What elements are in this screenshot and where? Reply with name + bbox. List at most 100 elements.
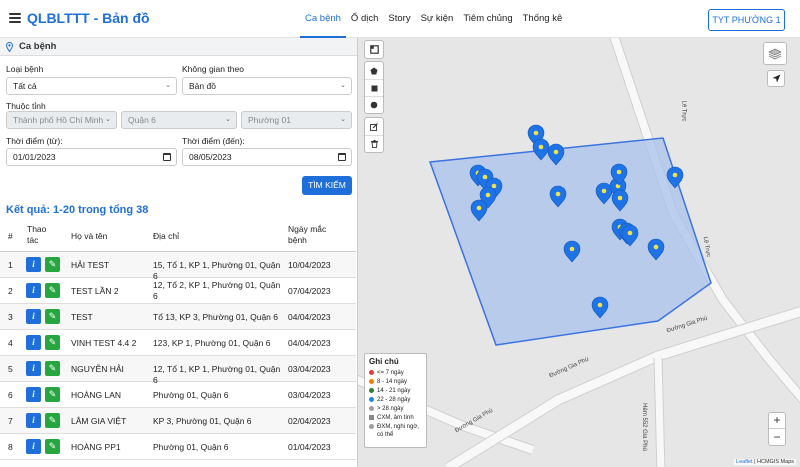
legend-dot — [369, 397, 374, 402]
tab-story[interactable]: Story — [383, 0, 415, 38]
search-button[interactable]: TÌM KIẾM — [302, 176, 352, 195]
header-action-line1: Thao — [27, 224, 47, 234]
khong-gian-value: Bản đồ — [189, 81, 216, 91]
calendar-icon[interactable] — [338, 153, 346, 161]
row-address-line1: Phường 01, Quận 6 — [153, 442, 229, 452]
legend-label: ĐXM, nghi ngờ, có thể — [377, 424, 419, 438]
table-body: 1 i ✎ HẢI TEST 15, Tổ 1, KP 1, Phường 01, Qu… — [0, 252, 356, 460]
row-address: KP 3, Phường 01, Quận 6 — [153, 416, 285, 427]
leaflet-link[interactable]: Leaflet — [736, 459, 753, 465]
info-icon[interactable]: i — [26, 361, 41, 376]
tab-o-dich[interactable]: Ổ dịch — [346, 0, 383, 38]
legend-dot — [369, 424, 374, 429]
header-name: Họ và tên — [71, 231, 108, 241]
quan-select[interactable]: Quận 6 ⌄ — [121, 111, 237, 129]
tab-thong-ke[interactable]: Thống kê — [518, 0, 568, 38]
chevron-down-icon: ⌄ — [340, 82, 346, 89]
khong-gian-select[interactable]: Bản đồ ⌄ — [182, 77, 352, 95]
edit-pencil-icon[interactable]: ✎ — [45, 413, 60, 428]
table-row[interactable]: 5 i ✎ NGUYỄN HẢI 12, Tổ 1, KP 1, Phường 01, … — [0, 356, 356, 385]
tinh-label: Thuộc tỉnh — [6, 101, 46, 111]
header-address: Địa chỉ — [153, 231, 179, 241]
legend-dot — [369, 388, 374, 393]
edit-pencil-icon[interactable]: ✎ — [45, 257, 60, 272]
phuong-select[interactable]: Phường 01 ⌄ — [241, 111, 352, 129]
legend-title: Ghi chú — [369, 357, 399, 366]
legend-label: > 28 ngày — [377, 406, 404, 412]
legend-item: 14 - 21 ngày — [369, 387, 422, 395]
legend-dot — [369, 406, 374, 411]
tu-date-input[interactable]: 01/01/2023 — [6, 148, 177, 166]
edit-pencil-icon[interactable]: ✎ — [45, 361, 60, 376]
info-icon[interactable]: i — [26, 335, 41, 350]
row-address: 12, Tổ 2, KP 1, Phường 01, Quận 6 — [153, 280, 285, 302]
tinh-select[interactable]: Thành phố Hồ Chí Minh ⌄ — [6, 111, 117, 129]
table-row[interactable]: 2 i ✎ TEST LẦN 2 12, Tổ 2, KP 1, Phường 01, … — [0, 278, 356, 304]
layers-button[interactable] — [763, 42, 787, 65]
row-name: NGUYỄN HẢI — [71, 364, 124, 374]
table-row[interactable]: 6 i ✎ HOÀNG LAN Phường 01, Quận 6 03/04/2023 — [0, 382, 356, 408]
map-attribution: Leaflet | HCMGIS Maps — [734, 459, 796, 465]
info-icon[interactable]: i — [26, 387, 41, 402]
street-label-hem: Hẻm 552 Gia Phú — [640, 403, 647, 451]
unit-button[interactable]: TYT PHƯỜNG 1 — [708, 9, 785, 31]
row-date: 04/04/2023 — [288, 312, 331, 322]
row-num: 3 — [8, 312, 13, 322]
loai-benh-select[interactable]: Tất cả ⌄ — [6, 77, 177, 95]
location-pin-icon — [6, 41, 13, 52]
edit-pencil-icon[interactable]: ✎ — [45, 335, 60, 350]
result-summary: Kết quả: 1-20 trong tổng 38 — [6, 204, 149, 216]
zoom-in-button[interactable]: + — [769, 412, 785, 429]
calendar-icon[interactable] — [163, 153, 171, 161]
row-name: VINH TEST 4.4 2 — [71, 338, 137, 348]
row-name: TEST LẦN 2 — [71, 286, 119, 296]
row-address-line1: KP 3, Phường 01, Quận 6 — [153, 416, 252, 426]
header-date: Ngày mắc bệnh — [288, 224, 326, 246]
header-action-line2: tác — [27, 235, 39, 245]
tab-su-kien[interactable]: Sự kiện — [416, 0, 459, 38]
den-date-input[interactable]: 08/05/2023 — [182, 148, 352, 166]
table-row[interactable]: 8 i ✎ HOÀNG PP1 Phường 01, Quận 6 01/04/2023 — [0, 434, 356, 460]
draw-toolbar-top — [364, 40, 384, 59]
header-date-line2: bệnh — [288, 235, 307, 245]
table-row[interactable]: 7 i ✎ LÂM GIA VIỆT KP 3, Phường 01, Quận 6 02… — [0, 408, 356, 434]
edit-layer-icon[interactable] — [365, 118, 383, 135]
table-row[interactable]: 4 i ✎ VINH TEST 4.4 2 123, KP 1, Phường 01, … — [0, 330, 356, 356]
row-date: 01/04/2023 — [288, 442, 331, 452]
row-address-line2: 6 — [153, 291, 158, 301]
edit-pencil-icon[interactable]: ✎ — [45, 309, 60, 324]
table-row[interactable]: 3 i ✎ TEST Tổ 13, KP 3, Phường 01, Quận 6 04/… — [0, 304, 356, 330]
draw-square-icon[interactable] — [365, 79, 383, 96]
tab-ca-benh[interactable]: Ca bệnh — [300, 0, 346, 38]
legend-dot — [369, 379, 374, 384]
legend-square — [369, 415, 374, 420]
row-num: 4 — [8, 338, 13, 348]
info-icon[interactable]: i — [26, 257, 41, 272]
info-icon[interactable]: i — [26, 283, 41, 298]
edit-pencil-icon[interactable]: ✎ — [45, 387, 60, 402]
tu-value: 01/01/2023 — [13, 152, 56, 162]
row-num: 1 — [8, 260, 13, 270]
draw-rectangle-icon[interactable] — [365, 41, 383, 58]
header-num: # — [8, 231, 13, 241]
info-icon[interactable]: i — [26, 439, 41, 454]
map-view[interactable]: Lê Trực Lê Trực Đường Gia Phú Đường Gia … — [358, 38, 800, 467]
quan-value: Quận 6 — [128, 115, 156, 125]
info-icon[interactable]: i — [26, 413, 41, 428]
table-row[interactable]: 1 i ✎ HẢI TEST 15, Tổ 1, KP 1, Phường 01, Qu… — [0, 252, 356, 281]
app-title: QLBLTTT - Bản đồ — [27, 10, 150, 26]
table-header: # Thao tác Họ và tên Địa chỉ Ngày mắc bệ… — [0, 220, 356, 252]
tinh-value: Thành phố Hồ Chí Minh — [13, 115, 104, 125]
edit-pencil-icon[interactable]: ✎ — [45, 283, 60, 298]
tab-tiem-chung[interactable]: Tiêm chủng — [458, 0, 517, 38]
zoom-out-button[interactable]: − — [769, 429, 785, 446]
locate-button[interactable] — [767, 70, 785, 87]
row-name: HẢI TEST — [71, 260, 110, 270]
info-icon[interactable]: i — [26, 309, 41, 324]
trash-icon[interactable] — [365, 135, 383, 152]
draw-circle-icon[interactable] — [365, 96, 383, 113]
menu-icon[interactable] — [9, 13, 21, 23]
edit-pencil-icon[interactable]: ✎ — [45, 439, 60, 454]
draw-polygon-icon[interactable] — [365, 62, 383, 79]
panel-title: Ca bệnh — [19, 41, 57, 52]
